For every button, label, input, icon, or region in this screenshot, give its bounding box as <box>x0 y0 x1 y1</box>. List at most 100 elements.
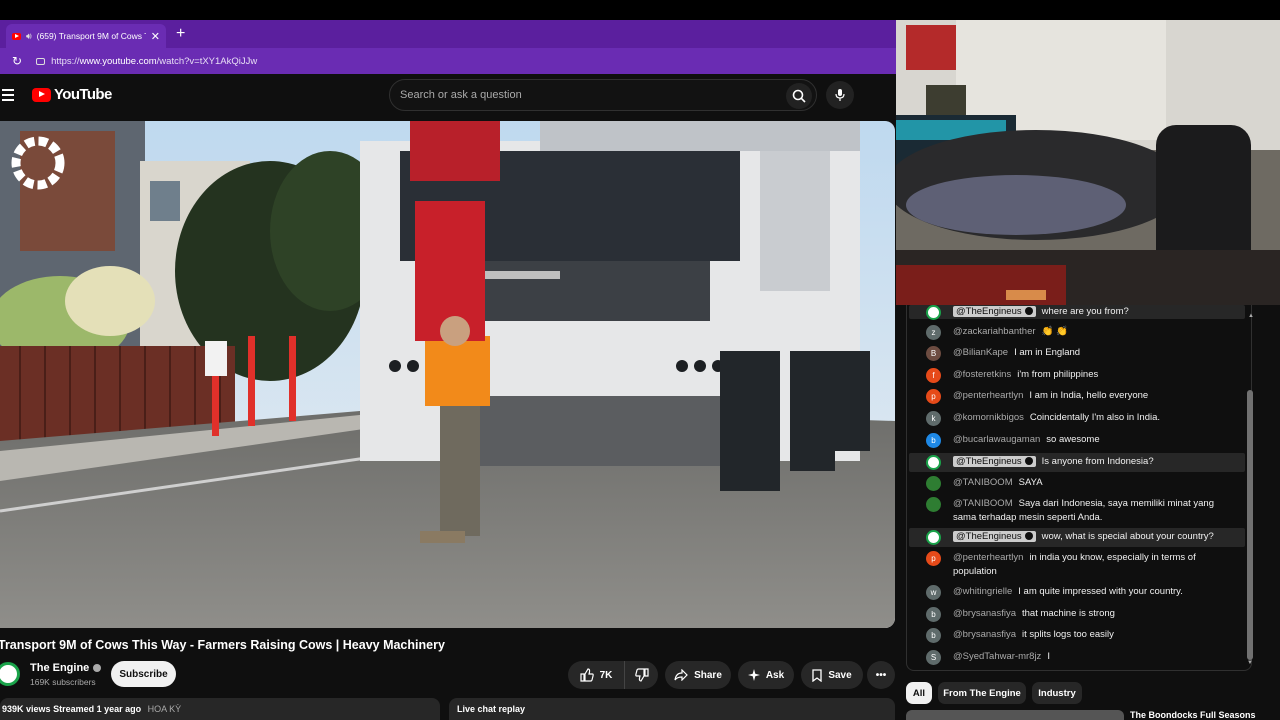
chip-all[interactable]: All <box>906 682 932 704</box>
bookmark-icon <box>812 668 822 682</box>
chat-message: z @zackariahbanther 👏 👏 <box>909 325 1245 340</box>
chat-author[interactable]: @bucarlawaugaman <box>953 434 1040 445</box>
browser-window: 🔊︎ (659) Transport 9M of Cows Th ✕ + ↻ h… <box>0 20 896 720</box>
url-host: www.youtube.com <box>79 55 157 67</box>
video-title: Transport 9M of Cows This Way - Farmers … <box>0 638 445 652</box>
chat-message: @TheEngineus wow, what is special about y… <box>909 528 1245 547</box>
url-field[interactable]: https://www.youtube.com/watch?v=tXY1AkQi… <box>36 56 257 67</box>
chat-avatar[interactable]: f <box>926 368 941 383</box>
chat-avatar[interactable] <box>926 530 941 545</box>
chat-avatar[interactable] <box>926 476 941 491</box>
chat-message: b @brysanasfiya that machine is strong <box>909 607 1245 622</box>
scroll-up-arrow-icon[interactable]: ▲ <box>1248 313 1254 319</box>
owner-badge[interactable]: @TheEngineus <box>953 456 1036 467</box>
chat-author[interactable]: @TANIBOOM <box>953 477 1013 488</box>
video-player[interactable] <box>0 121 895 628</box>
chat-avatar[interactable]: b <box>926 628 941 643</box>
more-actions-button[interactable]: ••• <box>867 661 895 689</box>
voice-search-button[interactable] <box>826 81 854 109</box>
youtube-favicon-icon <box>12 32 21 40</box>
close-tab-icon[interactable]: ✕ <box>151 30 160 43</box>
chat-scrollbar-thumb[interactable] <box>1247 390 1253 660</box>
scroll-down-arrow-icon[interactable]: ▼ <box>1247 660 1253 666</box>
subscribe-button[interactable]: Subscribe <box>111 661 176 687</box>
chat-message: b @brysanasfiya it splits logs too easily <box>909 628 1245 643</box>
chat-avatar[interactable]: b <box>926 433 941 448</box>
search-box <box>389 79 817 111</box>
sparkle-icon <box>747 669 760 681</box>
microphone-icon <box>835 89 845 101</box>
tab-title: (659) Transport 9M of Cows Th <box>36 31 146 41</box>
chat-message: @TANIBOOM SAYA <box>909 476 1245 491</box>
chat-avatar[interactable] <box>926 305 941 320</box>
chat-author[interactable]: @fosteretkins <box>953 369 1011 380</box>
chat-message: @TANIBOOM Saya dari Indonesia, saya memil… <box>909 497 1245 524</box>
search-input[interactable] <box>390 89 770 101</box>
chat-author[interactable]: @penterheartlyn <box>953 552 1023 563</box>
chat-avatar[interactable]: w <box>926 585 941 600</box>
chip-industry[interactable]: Industry <box>1032 682 1082 704</box>
chat-message: @TheEngineus where are you from? <box>909 305 1245 320</box>
share-button[interactable]: Share <box>665 661 731 689</box>
channel-row: The Engine 169K subscribers Subscribe 7K… <box>0 660 896 690</box>
tab-strip: 🔊︎ (659) Transport 9M of Cows Th ✕ + <box>0 20 896 48</box>
chip-from-the-engine[interactable]: From The Engine <box>938 682 1026 704</box>
speaker-icon[interactable]: 🔊︎ <box>26 31 32 42</box>
chat-avatar[interactable]: k <box>926 411 941 426</box>
stream-date: Streamed 1 year ago <box>53 704 142 714</box>
chat-author[interactable]: @whitingrielle <box>953 586 1012 597</box>
screen-top-border <box>0 0 1280 20</box>
next-video-thumbnail[interactable] <box>906 710 1124 720</box>
description-box[interactable]: 939K views Streamed 1 year ago HOA KỲ <box>0 698 440 720</box>
chat-avatar[interactable]: b <box>926 607 941 622</box>
ask-button[interactable]: Ask <box>738 661 794 689</box>
chat-author[interactable]: @SyedTahwar-mr8jz <box>953 651 1041 662</box>
chat-avatar[interactable] <box>926 455 941 470</box>
chat-avatar[interactable]: p <box>926 389 941 404</box>
chat-avatar[interactable]: z <box>926 325 941 340</box>
chat-message: b @bucarlawaugaman so awesome <box>909 433 1245 448</box>
chat-author[interactable]: @komornikbigos <box>953 412 1024 423</box>
menu-icon[interactable] <box>2 89 14 104</box>
view-count: 939K views <box>2 704 51 714</box>
owner-badge[interactable]: @TheEngineus <box>953 306 1036 317</box>
verified-icon <box>93 664 102 673</box>
chat-author[interactable]: @brysanasfiya <box>953 608 1016 619</box>
video-frame <box>0 121 895 628</box>
chat-avatar[interactable]: p <box>926 551 941 566</box>
chat-author[interactable]: @TANIBOOM <box>953 498 1013 509</box>
new-tab-icon[interactable]: + <box>176 25 185 43</box>
chat-author[interactable]: @zackariahbanther <box>953 326 1036 337</box>
next-video-title[interactable]: The Boondocks Full Seasons <box>1130 710 1256 720</box>
like-button[interactable]: 7K <box>568 661 624 689</box>
more-icon: ••• <box>875 669 887 681</box>
url-scheme: https:// <box>51 55 80 67</box>
video-location: HOA KỲ <box>147 704 182 714</box>
site-info-icon[interactable] <box>36 57 46 65</box>
owner-badge[interactable]: @TheEngineus <box>953 531 1036 542</box>
channel-avatar[interactable] <box>0 662 20 686</box>
dislike-button[interactable] <box>624 661 658 689</box>
channel-name[interactable]: The Engine <box>30 662 102 674</box>
chat-message: p @penterheartlyn I am in India, hello ev… <box>909 389 1245 404</box>
youtube-header: YouTube <box>0 74 896 120</box>
browser-tab[interactable]: 🔊︎ (659) Transport 9M of Cows Th ✕ <box>6 24 166 48</box>
live-chat-replay-header[interactable]: Live chat replay <box>449 698 895 720</box>
reload-icon[interactable]: ↻ <box>12 54 22 68</box>
verified-icon <box>1024 457 1033 465</box>
chat-avatar[interactable] <box>926 497 941 512</box>
chat-messages[interactable]: @TheEngineus where are you from? z @zacka… <box>906 305 1252 671</box>
chat-message: w @whitingrielle I am quite impressed wit… <box>909 585 1245 600</box>
save-button[interactable]: Save <box>801 661 863 689</box>
chat-author[interactable]: @brysanasfiya <box>953 629 1016 640</box>
youtube-logo[interactable]: YouTube <box>32 86 112 103</box>
chat-author[interactable]: @penterheartlyn <box>953 390 1023 401</box>
chat-avatar[interactable]: B <box>926 346 941 361</box>
address-bar: ↻ https://www.youtube.com/watch?v=tXY1Ak… <box>0 48 896 74</box>
chat-author[interactable]: @BilianKape <box>953 347 1008 358</box>
verified-icon <box>1024 532 1033 540</box>
url-path: /watch?v=tXY1AkQiJJw <box>156 55 258 67</box>
chat-message: B @BilianKape I am in England <box>909 346 1245 361</box>
chat-avatar[interactable]: S <box>926 650 941 665</box>
search-button[interactable] <box>786 83 812 109</box>
